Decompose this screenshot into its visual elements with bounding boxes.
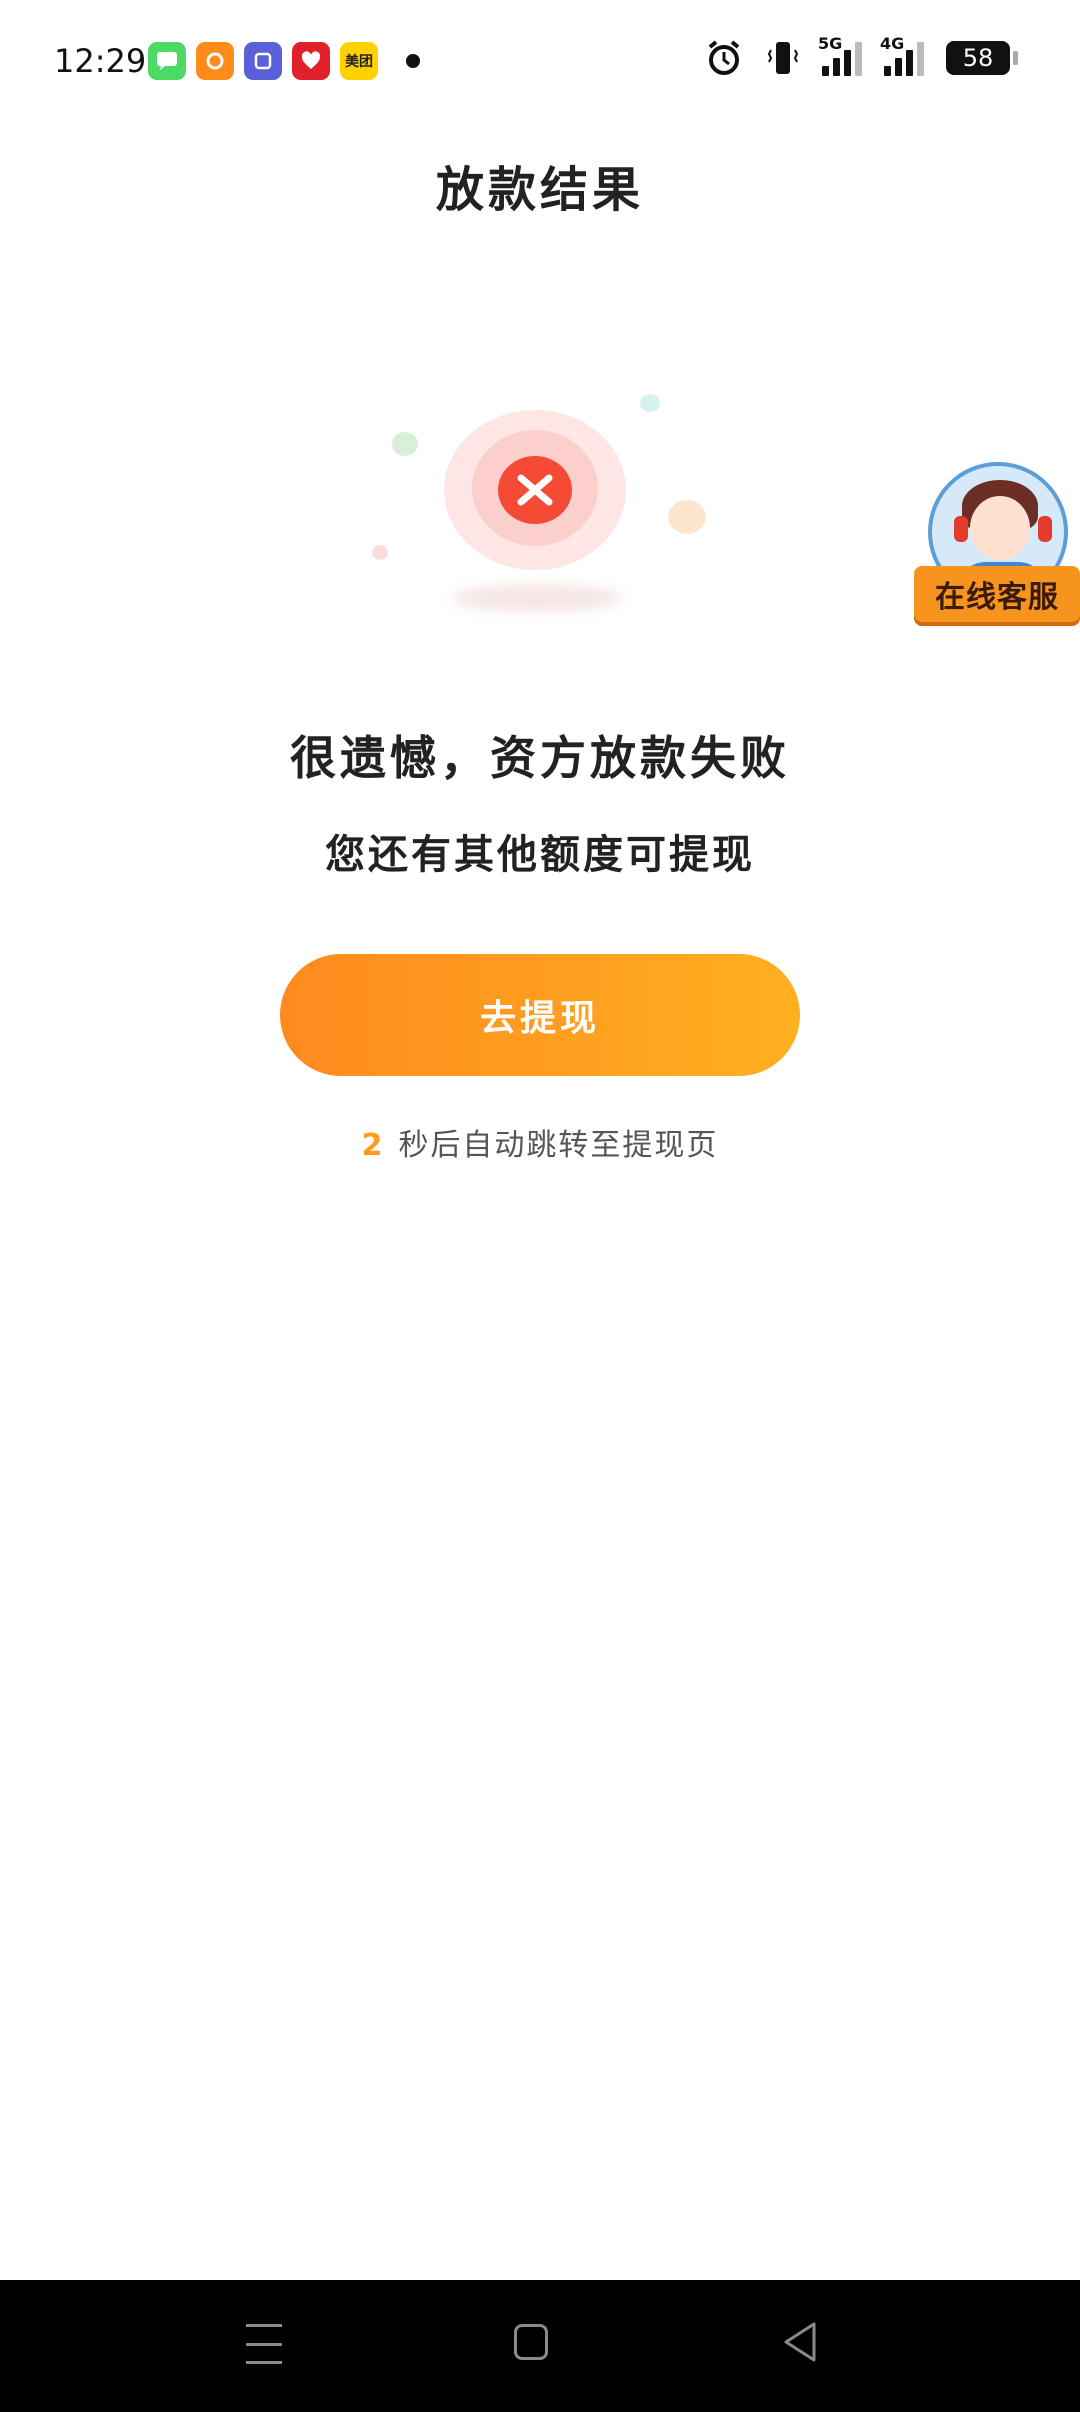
alarm-icon [708, 40, 740, 75]
countdown-text: 2 秒后自动跳转至提现页 [0, 1120, 1080, 1164]
vibrate-icon [767, 42, 799, 74]
more-notifications-dot [406, 54, 420, 68]
menu-icon[interactable] [246, 2324, 282, 2364]
status-bar: 12:29 美团 5G 4G 58 [0, 0, 1080, 124]
illustration-shadow [452, 584, 622, 612]
status-indicators: 5G 4G 58 [704, 34, 1018, 78]
countdown-label: 秒后自动跳转至提现页 [398, 1128, 719, 1163]
withdraw-button[interactable]: 去提现 [280, 954, 800, 1076]
home-icon[interactable] [514, 2324, 548, 2360]
status-time: 12:29 [54, 42, 147, 80]
result-sub-message: 您还有其他额度可提现 [325, 832, 755, 878]
meituan-icon: 美团 [340, 42, 378, 80]
notification-icons: 美团 [148, 42, 420, 80]
decor-bubble [668, 500, 706, 534]
pinduoduo-icon [292, 42, 330, 80]
signal-4g-icon: 4G [880, 34, 924, 76]
back-icon[interactable] [780, 2320, 820, 2364]
close-icon [498, 456, 572, 524]
customer-service-label: 在线客服 [914, 566, 1080, 622]
failure-illustration [360, 380, 720, 640]
battery-icon: 58 [946, 41, 1018, 75]
customer-service-button[interactable]: 在线客服 [914, 462, 1080, 642]
orange-app-icon [196, 42, 234, 80]
decor-bubble [372, 545, 388, 560]
countdown-value: 2 [361, 1128, 385, 1163]
decor-bubble [392, 432, 418, 456]
decor-bubble [640, 394, 660, 412]
signal-5g-icon: 5G [818, 34, 862, 76]
messages-icon [148, 42, 186, 80]
result-message: 很遗憾，资方放款失败 [290, 731, 790, 785]
tieba-icon [244, 42, 282, 80]
page-title: 放款结果 [435, 162, 644, 218]
system-nav-bar [0, 2280, 1080, 2412]
